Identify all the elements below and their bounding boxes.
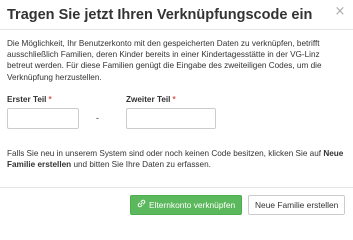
help-text: Falls Sie neu in unserem System sind ode… bbox=[7, 148, 345, 170]
close-button[interactable]: × bbox=[333, 4, 347, 20]
dialog-title: Tragen Sie jetzt Ihren Verknüpfungscode … bbox=[7, 7, 313, 23]
link-code-dialog: Tragen Sie jetzt Ihren Verknüpfungscode … bbox=[0, 0, 353, 223]
second-part-label-text: Zweiter Teil bbox=[126, 94, 171, 104]
link-icon bbox=[137, 196, 146, 214]
second-part-input[interactable] bbox=[126, 107, 216, 129]
help-text-after: und bitten Sie Ihre Daten zu erfassen. bbox=[71, 160, 211, 170]
first-part-label: Erster Teil * bbox=[7, 94, 79, 105]
first-part-group: Erster Teil * bbox=[7, 94, 79, 129]
second-part-group: Zweiter Teil * bbox=[126, 94, 216, 129]
dialog-body: Die Möglichkeit, Ihr Benutzerkonto mit d… bbox=[0, 30, 353, 170]
required-mark: * bbox=[48, 94, 52, 104]
second-part-label: Zweiter Teil * bbox=[126, 94, 216, 105]
help-text-before: Falls Sie neu in unserem System sind ode… bbox=[7, 148, 324, 158]
required-mark: * bbox=[172, 94, 176, 104]
code-fields: Erster Teil * - Zweiter Teil * bbox=[7, 94, 345, 146]
first-part-label-text: Erster Teil bbox=[7, 94, 47, 104]
dialog-header: Tragen Sie jetzt Ihren Verknüpfungscode … bbox=[0, 0, 353, 30]
dialog-footer: Elternkonto verknüpfen Neue Familie erst… bbox=[0, 187, 353, 223]
new-family-button[interactable]: Neue Familie erstellen bbox=[248, 195, 345, 215]
link-parent-account-button[interactable]: Elternkonto verknüpfen bbox=[130, 195, 242, 215]
intro-text: Die Möglichkeit, Ihr Benutzerkonto mit d… bbox=[7, 39, 322, 82]
first-part-input[interactable] bbox=[7, 107, 79, 129]
link-parent-account-label: Elternkonto verknüpfen bbox=[149, 200, 236, 210]
code-separator: - bbox=[96, 112, 99, 123]
